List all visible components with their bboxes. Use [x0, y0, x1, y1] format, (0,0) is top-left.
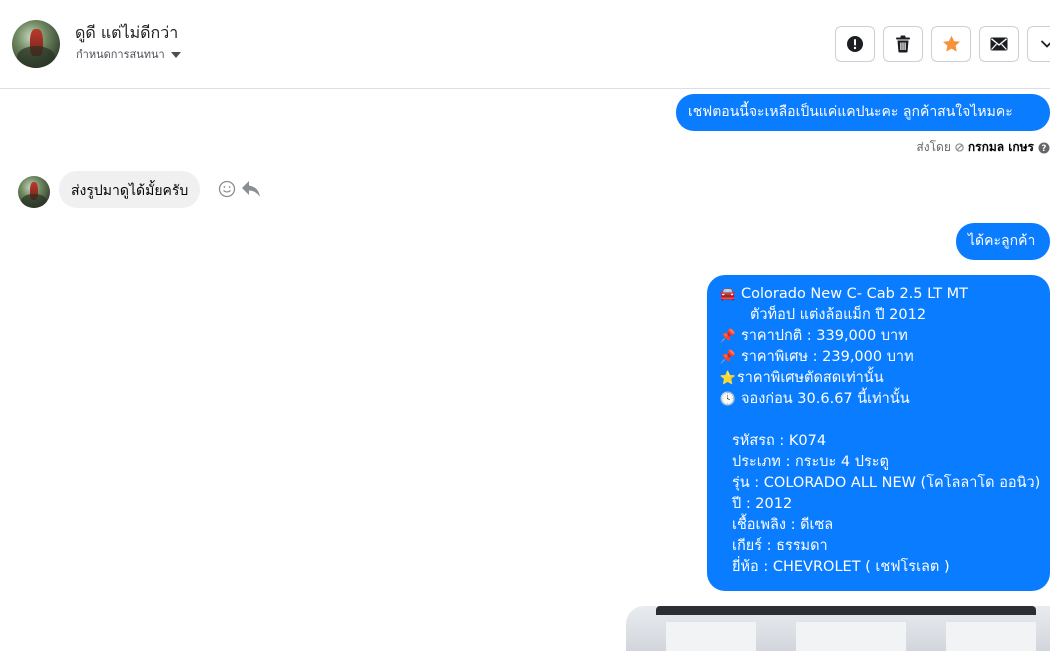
- listing-line-blank: [719, 410, 1038, 431]
- listing-line: รุ่น : COLORADO ALL NEW (โคโลลาโด ออนิว): [719, 473, 1041, 494]
- cash-only-note: ราคาพิเศษตัดสดเท่านั้น: [737, 370, 884, 386]
- message-thread: เชฟตอนนี้จะเหลือเป็นแค่แคปนะคะ ลูกค้าสนใ…: [0, 89, 1050, 651]
- listing-line: เกียร์ : ธรรมดา: [719, 536, 1038, 557]
- emoji-react-icon[interactable]: [218, 180, 236, 198]
- car-fuel: เชื้อเพลิง : ดีเซล: [732, 517, 834, 533]
- car-code: รหัสรถ : K074: [732, 433, 827, 449]
- outgoing-message[interactable]: ได้คะลูกค้า: [956, 223, 1050, 260]
- help-icon[interactable]: ?: [1038, 142, 1050, 154]
- car-model: รุ่น : COLORADO ALL NEW (โคโลลาโด ออนิว): [732, 475, 1041, 491]
- delete-button[interactable]: [883, 26, 923, 62]
- car-gear: เกียร์ : ธรรมดา: [732, 538, 828, 554]
- contact-name[interactable]: ดูดี แต่ไม่ดีกว่า: [75, 21, 178, 46]
- listing-line: 🕓 จองก่อน 30.6.67 นี้เท่านั้น: [719, 389, 1038, 410]
- listing-line: รหัสรถ : K074: [719, 431, 1038, 452]
- outgoing-message-listing[interactable]: 🚘 Colorado New C- Cab 2.5 LT MT ตัวท็อป แ…: [707, 275, 1050, 591]
- incoming-message[interactable]: ส่งรูปมาดูได้มั้ยครับ: [59, 171, 201, 208]
- reply-icon[interactable]: [241, 180, 261, 198]
- car-type: ประเภท : กระบะ 4 ประตู: [732, 454, 889, 470]
- outgoing-message[interactable]: เชฟตอนนี้จะเหลือเป็นแค่แคปนะคะ ลูกค้าสนใ…: [676, 94, 1050, 131]
- trash-icon: [896, 35, 910, 53]
- booking-deadline: จองก่อน 30.6.67 นี้เท่านั้น: [741, 391, 910, 407]
- conversation-header: ดูดี แต่ไม่ดีกว่า กำหนดการสนทนา: [0, 0, 1050, 89]
- normal-price: ราคาปกติ : 339,000 บาท: [741, 328, 908, 344]
- star-emoji-icon: ⭐: [719, 371, 737, 386]
- listing-line: ปี : 2012: [719, 494, 1038, 515]
- alert-icon: [847, 36, 863, 52]
- mark-spam-button[interactable]: [835, 26, 875, 62]
- more-actions-button[interactable]: [1027, 26, 1050, 62]
- special-price: ราคาพิเศษ : 239,000 บาท: [741, 349, 914, 365]
- sent-by-label: ส่งโดย: [916, 140, 951, 154]
- schedule-conversation-label: กำหนดการสนทนา: [76, 48, 165, 61]
- chevron-down-icon: [1041, 40, 1050, 48]
- contact-avatar[interactable]: [12, 20, 60, 68]
- listing-line: 🚘 Colorado New C- Cab 2.5 LT MT: [719, 284, 1038, 305]
- star-icon: [942, 35, 960, 52]
- car-brand: ยี่ห้อ : CHEVROLET ( เชฟโรเลต ): [732, 559, 950, 575]
- listing-line: ⭐ ราคาพิเศษตัดสดเท่านั้น: [719, 368, 1038, 389]
- sender-name[interactable]: กรกมล เกษร: [968, 138, 1034, 157]
- schedule-conversation-dropdown[interactable]: กำหนดการสนทนา: [76, 45, 181, 63]
- listing-line: ยี่ห้อ : CHEVROLET ( เชฟโรเลต ): [719, 557, 1038, 578]
- listing-line: ตัวท็อป แต่งล้อแม็ก ปี 2012: [719, 305, 1038, 326]
- header-actions: [835, 26, 1050, 62]
- star-button[interactable]: [931, 26, 971, 62]
- message-text: ส่งรูปมาดูได้มั้ยครับ: [71, 183, 189, 199]
- sent-by-info: ส่งโดย กรกมล เกษร ?: [916, 138, 1050, 157]
- contact-avatar-small[interactable]: [18, 176, 50, 208]
- listing-title: Colorado New C- Cab 2.5 LT MT: [741, 286, 969, 302]
- message-text: เชฟตอนนี้จะเหลือเป็นแค่แคปนะคะ ลูกค้าสนใ…: [688, 104, 1013, 120]
- mail-icon: [990, 37, 1008, 51]
- pushpin-icon: 📌: [719, 329, 737, 344]
- listing-line: เชื้อเพลิง : ดีเซล: [719, 515, 1038, 536]
- mark-unread-button[interactable]: [979, 26, 1019, 62]
- listing-line: 📌 ราคาพิเศษ : 239,000 บาท: [719, 347, 1038, 368]
- pushpin-icon: 📌: [719, 350, 737, 365]
- car-icon: 🚘: [719, 287, 737, 302]
- clock-icon: 🕓: [719, 392, 737, 407]
- car-year: ปี : 2012: [732, 496, 793, 512]
- ban-icon: [955, 143, 964, 152]
- caret-down-icon: [170, 51, 181, 58]
- listing-line: ประเภท : กระบะ 4 ประตู: [719, 452, 1038, 473]
- listing-subtitle: ตัวท็อป แต่งล้อแม็ก ปี 2012: [750, 307, 927, 323]
- photo-attachment[interactable]: [626, 606, 1050, 651]
- svg-text:?: ?: [1042, 144, 1047, 154]
- listing-line: 📌 ราคาปกติ : 339,000 บาท: [719, 326, 1038, 347]
- message-text: ได้คะลูกค้า: [968, 233, 1036, 249]
